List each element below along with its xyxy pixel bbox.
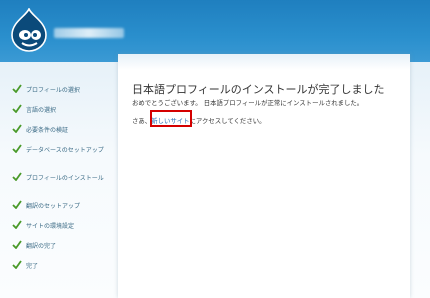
checkmark-icon	[12, 104, 22, 113]
step-label: プロフィールの選択	[26, 87, 80, 94]
checkmark-icon	[12, 240, 22, 249]
step-label: 翻訳のセットアップ	[26, 203, 81, 210]
step-item: 言語の選択	[12, 104, 116, 124]
visit-suffix: にアクセスしてください。	[189, 117, 266, 125]
step-item: 翻訳のセットアップ	[12, 200, 116, 220]
step-item: 翻訳の完了	[12, 240, 116, 260]
step-item: 完了	[12, 260, 116, 280]
step-label: 必要条件の検証	[26, 127, 69, 134]
site-header	[0, 0, 430, 62]
checkmark-icon	[12, 144, 22, 153]
step-label: データベースのセットアップ	[26, 147, 104, 154]
checkmark-icon	[12, 220, 22, 229]
checkmark-icon	[12, 124, 22, 133]
checkmark-icon	[12, 200, 22, 209]
checkmark-icon	[12, 260, 22, 269]
checkmark-icon	[12, 172, 22, 181]
step-item: 必要条件の検証	[12, 124, 116, 144]
install-steps-sidebar: プロフィールの選択 言語の選択 必要条件の検証 データベースのセットアップ プロ…	[12, 84, 116, 280]
step-item: データベースのセットアップ	[12, 144, 116, 172]
page-title: 日本語プロフィールのインストールが完了しました	[132, 83, 385, 96]
step-label: プロフィールのインストール	[26, 175, 104, 182]
step-item: プロフィールの選択	[12, 84, 116, 104]
step-label: サイトの環境設定	[26, 223, 75, 230]
site-name-blurred[interactable]	[54, 28, 124, 38]
step-label: 翻訳の完了	[26, 243, 57, 250]
step-item: サイトの環境設定	[12, 220, 116, 240]
congratulations-message: おめでとうございます。 日本語プロフィールが正常にインストールされました。	[132, 99, 364, 107]
main-content-panel: 日本語プロフィールのインストールが完了しました おめでとうございます。 日本語プ…	[118, 54, 410, 298]
step-label: 言語の選択	[26, 107, 57, 114]
link-highlight-box	[150, 110, 192, 127]
drupal-drop-icon[interactable]	[10, 8, 48, 52]
step-item: プロフィールのインストール	[12, 172, 116, 200]
visit-prefix: さあ、	[132, 117, 152, 125]
step-label: 完了	[26, 263, 39, 270]
checkmark-icon	[12, 84, 22, 93]
